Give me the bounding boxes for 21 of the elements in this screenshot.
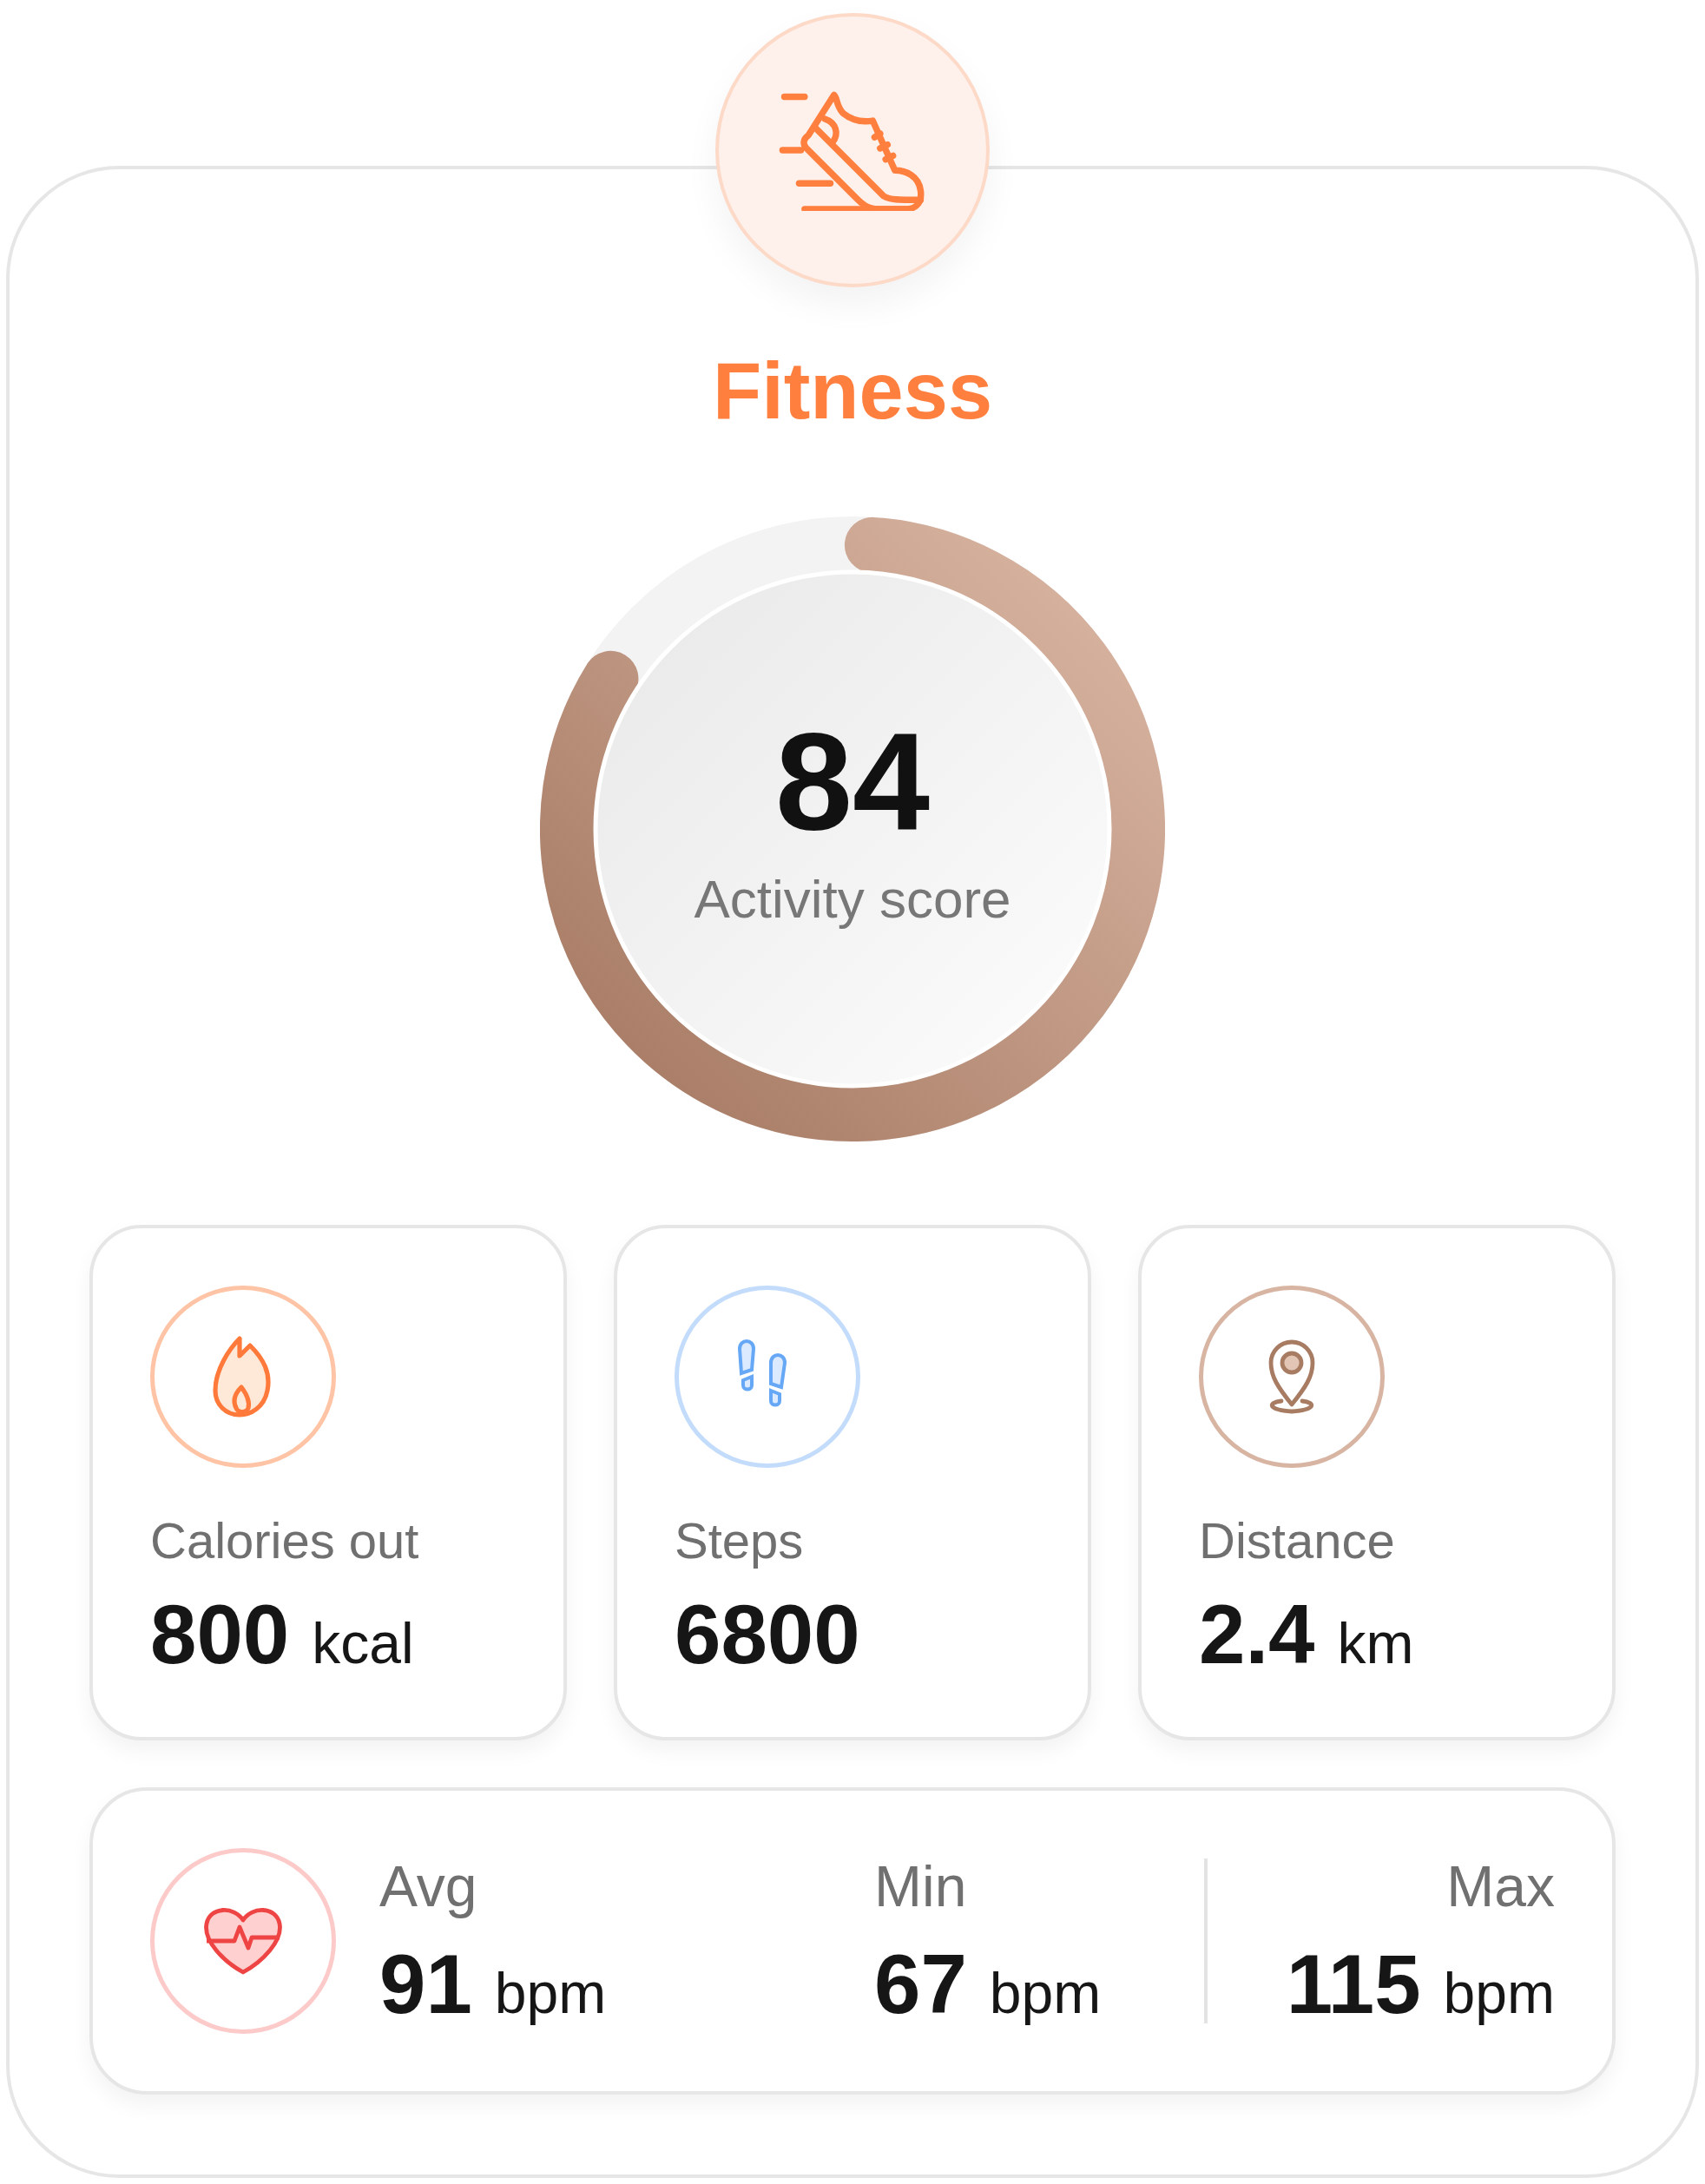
stat-label: Steps [675, 1510, 805, 1569]
running-shoe-icon [779, 89, 926, 211]
heart-rate-label: Avg [379, 1852, 478, 1919]
score-value: 84 [775, 711, 930, 851]
heart-rate-value: 115 [1286, 1937, 1421, 2030]
heart-rate-value: 67 [874, 1937, 967, 2030]
card-title: Fitness [712, 345, 993, 437]
stat-label: Distance [1199, 1510, 1396, 1569]
heart-rate-unit: bpm [1443, 1959, 1555, 2026]
stat-label: Calories out [150, 1510, 420, 1569]
stat-value: 2.4 [1199, 1588, 1315, 1681]
stat-unit: km [1337, 1609, 1414, 1676]
heart-rate-label: Max [1446, 1852, 1555, 1919]
heart-rate-unit: bpm [494, 1959, 607, 2026]
heart-rate-unit: bpm [989, 1959, 1102, 2026]
score-label: Activity score [694, 867, 1011, 930]
stat-unit: kcal [312, 1609, 414, 1676]
stat-value: 6800 [675, 1588, 860, 1681]
heart-rate-label: Min [874, 1852, 968, 1919]
heart-rate-value: 91 [379, 1937, 472, 2030]
stat-value: 800 [150, 1588, 290, 1681]
